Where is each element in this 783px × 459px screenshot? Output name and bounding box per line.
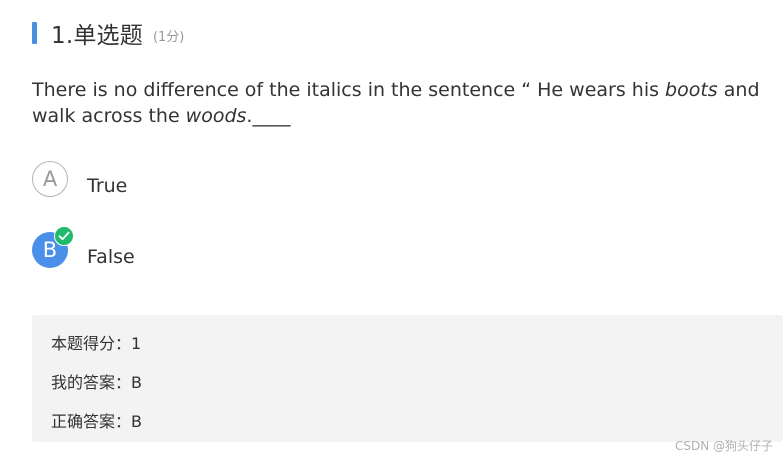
question-title: 1.单选题 <box>51 23 143 49</box>
option-a-label[interactable]: True <box>87 161 127 197</box>
stem-text-1: There is no difference of the italics in… <box>32 79 666 101</box>
option-a-letter: A <box>42 167 58 191</box>
check-icon <box>54 226 74 246</box>
option-b-label[interactable]: False <box>87 232 135 268</box>
watermark: CSDN @狗头仔子 <box>674 439 773 453</box>
option-b[interactable]: B False <box>32 226 135 268</box>
stem-italic-woods: woods <box>185 105 247 127</box>
correct-answer: 正确答案：B <box>51 412 142 431</box>
option-b-circle[interactable]: B <box>32 226 74 268</box>
my-answer: 我的答案：B <box>51 373 142 392</box>
stem-text-3: .____ <box>246 105 291 127</box>
result-panel: 本题得分：1 我的答案：B 正确答案：B <box>32 315 783 442</box>
question-score: (1分) <box>152 29 185 45</box>
score-result: 本题得分：1 <box>51 334 142 353</box>
section-bar-icon <box>32 22 37 44</box>
question-stem: There is no difference of the italics in… <box>32 77 777 129</box>
option-a[interactable]: A True <box>32 161 127 197</box>
question-header: 1.单选题 (1分) <box>32 18 185 49</box>
stem-italic-boots: boots <box>665 79 718 101</box>
option-a-circle[interactable]: A <box>32 161 68 197</box>
